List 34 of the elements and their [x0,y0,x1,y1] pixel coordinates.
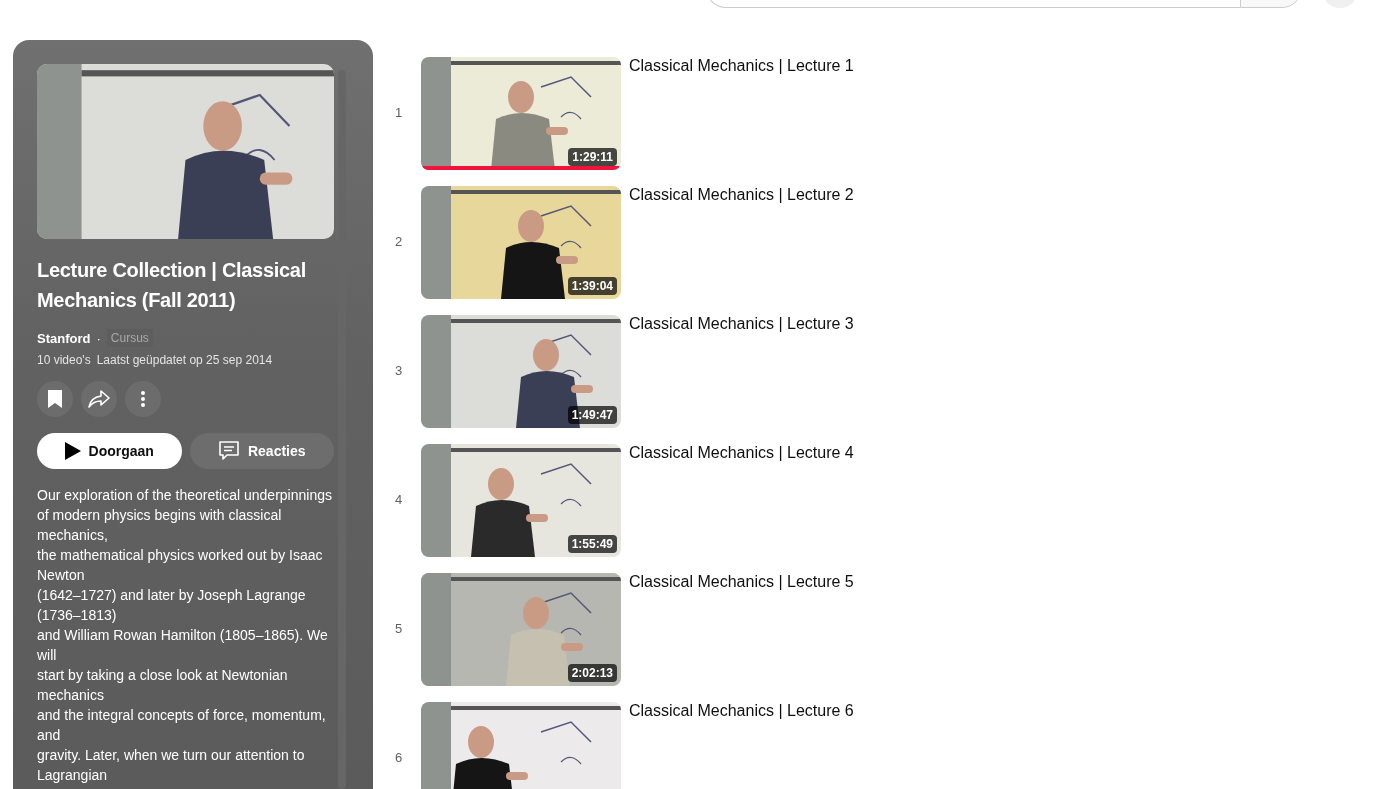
share-icon [88,390,110,408]
playlist-description: Our exploration of the theoretical underpinnings of modern physics begins with classical mechanics, the mathematical physics worked out by Isaac Newton (1642–1727) and later by Joseph Lagrange (1736–1813) and William Rowan Hamilton (1805–1865). We will start by taking a close look at Newtonian mechanics and the integral concepts of force, momentum, and gravity. Later, when we turn our attention to Lagrangian [37,486,333,785]
video-index: 6 [394,750,404,765]
duration-label: 1:29:11 [568,148,617,166]
video-index: 5 [394,621,404,636]
video-index: 4 [394,492,404,507]
save-button[interactable] [37,381,73,417]
video-title[interactable]: Classical Mechanics | Lecture 5 [629,573,854,591]
video-index: 1 [394,105,404,120]
video-title[interactable]: Classical Mechanics | Lecture 3 [629,315,854,333]
updated-date: Laatst geüpdatet op 25 sep 2014 [96,353,273,367]
bookmark-icon [47,389,63,409]
video-title[interactable]: Classical Mechanics | Lecture 4 [629,444,854,462]
more-icon [141,391,145,407]
play-icon [64,442,81,460]
duration-label: 1:49:47 [567,406,617,424]
video-title[interactable]: Classical Mechanics | Lecture 1 [629,57,854,75]
separator-dot: · [96,330,101,346]
course-label: Cursus [106,329,153,347]
comments-button[interactable]: Reacties [189,433,334,469]
duration-label: 1:55:49 [567,535,617,553]
share-button[interactable] [81,381,117,417]
more-button[interactable] [125,381,161,417]
video-count: 10 video's [37,353,91,367]
channel-name[interactable]: Stanford [37,330,91,346]
continue-button[interactable]: Doorgaan [37,433,182,469]
video-index: 3 [394,363,404,378]
video-index: 2 [394,234,404,249]
video-title[interactable]: Classical Mechanics | Lecture 2 [629,186,854,204]
comment-icon [217,440,240,462]
duration-label: 2:02:13 [567,664,617,682]
video-title[interactable]: Classical Mechanics | Lecture 6 [629,702,854,720]
playlist-title: Lecture Collection | Classical Mechanics (Fall 2011) [37,258,307,313]
duration-label: 1:39:04 [567,277,617,295]
